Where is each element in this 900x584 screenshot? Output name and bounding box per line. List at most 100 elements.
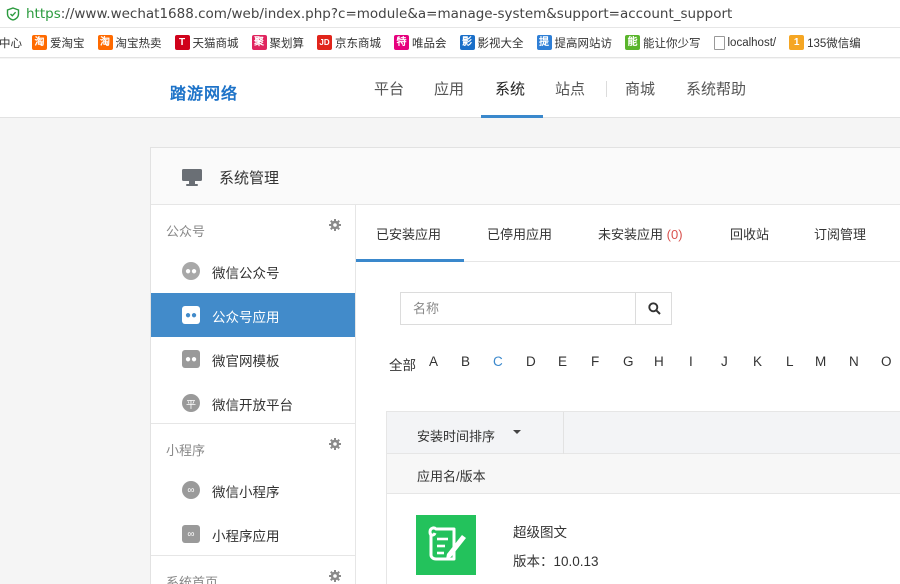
tab-uninstalled[interactable]: 未安装应用 (0) <box>598 205 683 262</box>
letter-g[interactable]: G <box>623 354 634 369</box>
letter-b[interactable]: B <box>461 354 470 369</box>
bookmark-label: 135微信编 <box>807 37 861 50</box>
letter-f[interactable]: F <box>591 354 599 369</box>
letter-c[interactable]: C <box>493 354 503 369</box>
sidebar-item-label: 微信公众号 <box>212 266 280 281</box>
bookmark-10[interactable]: localhost/ <box>713 35 776 50</box>
sidebar-item-label: 微信开放平台 <box>212 398 293 413</box>
letter-j[interactable]: J <box>721 354 728 369</box>
letter-i[interactable]: I <box>689 354 693 369</box>
tab-installed[interactable]: 已安装应用 <box>376 205 441 262</box>
caret-down-icon[interactable] <box>513 430 521 434</box>
sidebar-item-open-platform[interactable]: 平 微信开放平台 <box>151 381 355 425</box>
nav-apps[interactable]: 应用 <box>434 59 464 118</box>
nav-help[interactable]: 系统帮助 <box>686 59 746 118</box>
sidebar-section-official: 公众号 <box>151 205 355 249</box>
bookmark-0[interactable]: 中心 <box>0 35 22 51</box>
sidebar-item-wechat-account[interactable]: ●● 微信公众号 <box>151 249 355 293</box>
letter-h[interactable]: H <box>654 354 664 369</box>
panel-title: 系统管理 <box>219 170 280 187</box>
bookmark-3[interactable]: T 天猫商城 <box>174 35 239 51</box>
sidebar-item-miniprogram-apps[interactable]: ∞ 小程序应用 <box>151 512 355 556</box>
section-label: 系统首页 <box>166 575 219 584</box>
taobao-icon: 淘 <box>32 35 47 50</box>
letter-n[interactable]: N <box>849 354 859 369</box>
sidebar-item-miniprogram[interactable]: ∞ 微信小程序 <box>151 468 355 512</box>
bookmark-label: 能让你少写 <box>643 37 701 50</box>
address-bar[interactable]: https://www.wechat1688.com/web/index.php… <box>0 0 900 28</box>
bookmark-label: 天猫商城 <box>192 37 239 50</box>
video-icon: 影 <box>459 35 475 50</box>
wechat-icon: ●● <box>182 262 200 280</box>
search-input[interactable] <box>401 293 635 324</box>
url-scheme: https <box>26 5 61 22</box>
top-navigation: 踏游网络 平台 应用 系统 站点 商城 系统帮助 <box>0 59 900 118</box>
bookmark-9[interactable]: 能能让你少写 <box>625 35 701 51</box>
shield-icon <box>6 6 20 21</box>
article-edit-icon <box>428 526 466 561</box>
bookmark-label: 提高网站访 <box>554 37 613 50</box>
url-text[interactable]: https://www.wechat1688.com/web/index.php… <box>26 6 732 22</box>
nav-store[interactable]: 商城 <box>625 59 655 118</box>
sidebar-item-label: 微信小程序 <box>212 485 280 500</box>
gear-icon[interactable] <box>329 219 341 231</box>
sidebar-section-miniprogram: 小程序 <box>151 424 355 468</box>
list-toolbar: 安装时间排序 <box>387 412 900 454</box>
bookmark-4[interactable]: 聚聚划算 <box>251 35 304 51</box>
logo[interactable]: 踏游网络 <box>170 80 238 104</box>
wechat-app-icon: ●● <box>182 306 200 324</box>
bookmark-6[interactable]: 特唯品会 <box>394 35 447 51</box>
sidebar-item-label: 公众号应用 <box>212 310 280 325</box>
sidebar-item-account-apps[interactable]: ●● 公众号应用 <box>151 293 355 337</box>
system-panel: 系统管理 公众号 ●● 微信公众号 ●● 公众号应用 ●● 微官网模板 平 微信… <box>150 147 900 584</box>
bookmark-label: 唯品会 <box>412 37 447 50</box>
gear-icon[interactable] <box>329 438 341 450</box>
gear-icon[interactable] <box>329 570 341 582</box>
letter-l[interactable]: L <box>786 354 794 369</box>
app-name[interactable]: 超级图文 <box>513 521 567 541</box>
list-item[interactable]: 超级图文 版本：10.0.13 <box>387 494 900 584</box>
open-platform-icon: 平 <box>182 394 200 412</box>
bookmark-8[interactable]: 提提高网站访 <box>536 35 613 51</box>
bookmark-11[interactable]: 1 135微信编 <box>789 35 861 51</box>
tab-active-indicator <box>356 259 464 262</box>
miniprogram-app-icon: ∞ <box>182 525 200 543</box>
bookmark-7[interactable]: 影影视大全 <box>459 35 524 51</box>
sidebar-item-label: 小程序应用 <box>212 529 280 544</box>
letter-m[interactable]: M <box>815 354 826 369</box>
bookmark-1[interactable]: 淘爱淘宝 <box>32 35 85 51</box>
app-version: 版本：10.0.13 <box>513 554 599 569</box>
vip-icon: 特 <box>394 35 409 50</box>
letter-d[interactable]: D <box>526 354 536 369</box>
nav-site[interactable]: 站点 <box>555 59 585 118</box>
bookmark-label: 影视大全 <box>477 37 524 50</box>
section-label: 公众号 <box>166 224 206 239</box>
sort-dropdown[interactable]: 安装时间排序 <box>417 426 495 445</box>
nav-system[interactable]: 系统 <box>495 59 525 118</box>
letter-all[interactable]: 全部 <box>389 354 416 374</box>
app-list: 安装时间排序 应用名/版本 超级图文 版本：10.0.13 <box>386 411 900 584</box>
letter-a[interactable]: A <box>429 354 438 369</box>
tab-recycle[interactable]: 回收站 <box>730 205 769 262</box>
letter-e[interactable]: E <box>558 354 567 369</box>
search-button[interactable] <box>635 293 672 324</box>
app-icon[interactable] <box>416 515 476 575</box>
nav-active-indicator <box>481 115 543 118</box>
nav-platform[interactable]: 平台 <box>374 59 404 118</box>
letter-o[interactable]: O <box>881 354 892 369</box>
bookmarks-bar: 中心 淘爱淘宝 淘淘宝热卖 T 天猫商城 聚聚划算 JD 京东商城 特唯品会 影影视… <box>0 28 900 58</box>
code-icon: 能 <box>625 35 640 50</box>
panel-header: 系统管理 <box>151 148 900 205</box>
tab-subscriptions[interactable]: 订阅管理 <box>814 205 866 262</box>
bookmark-2[interactable]: 淘淘宝热卖 <box>97 35 162 51</box>
sidebar-item-site-templates[interactable]: ●● 微官网模板 <box>151 337 355 381</box>
tab-disabled[interactable]: 已停用应用 <box>487 205 552 262</box>
editor-icon: 1 <box>789 35 805 50</box>
taobao-icon: 淘 <box>97 35 113 50</box>
site-icon: 提 <box>536 35 552 50</box>
bookmark-5[interactable]: JD 京东商城 <box>317 35 381 51</box>
tab-label: 未安装应用 <box>598 227 664 242</box>
bookmark-label: 中心 <box>0 37 22 50</box>
letter-k[interactable]: K <box>753 354 762 369</box>
list-column-header: 应用名/版本 <box>387 454 900 494</box>
